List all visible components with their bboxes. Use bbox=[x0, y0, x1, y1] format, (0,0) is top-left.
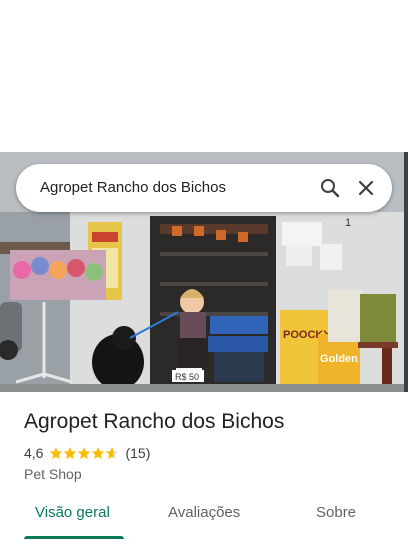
active-tab-indicator bbox=[24, 536, 124, 539]
search-bar[interactable]: Agropet Rancho dos Bichos bbox=[16, 164, 392, 212]
close-icon[interactable] bbox=[354, 176, 378, 200]
tab-overview[interactable]: Visão geral bbox=[35, 504, 110, 521]
svg-text:1: 1 bbox=[345, 217, 351, 229]
star-icon bbox=[50, 447, 63, 459]
tab-reviews[interactable]: Avaliações bbox=[168, 504, 240, 521]
place-title: Agropet Rancho dos Bichos bbox=[24, 410, 285, 433]
star-icon bbox=[92, 447, 105, 459]
tab-about[interactable]: Sobre bbox=[316, 504, 356, 521]
star-icon bbox=[78, 447, 91, 459]
rating-value: 4,6 bbox=[24, 445, 44, 461]
rating-row[interactable]: 4,6 (15) bbox=[24, 444, 150, 462]
golden-bag-label: Golden bbox=[320, 353, 358, 365]
search-query[interactable]: Agropet Rancho dos Bichos bbox=[40, 179, 226, 196]
place-tabs: Visão geral Avaliações Sobre bbox=[0, 496, 408, 544]
map-area-blank bbox=[0, 0, 408, 152]
place-category[interactable]: Pet Shop bbox=[24, 466, 82, 482]
search-icon[interactable] bbox=[318, 176, 342, 200]
review-count[interactable]: (15) bbox=[125, 445, 150, 461]
star-icon bbox=[64, 447, 77, 459]
price-tag: R$ 50 bbox=[175, 372, 199, 382]
star-icon bbox=[106, 447, 119, 459]
rating-stars bbox=[49, 446, 119, 460]
scrollbar[interactable] bbox=[404, 152, 408, 392]
